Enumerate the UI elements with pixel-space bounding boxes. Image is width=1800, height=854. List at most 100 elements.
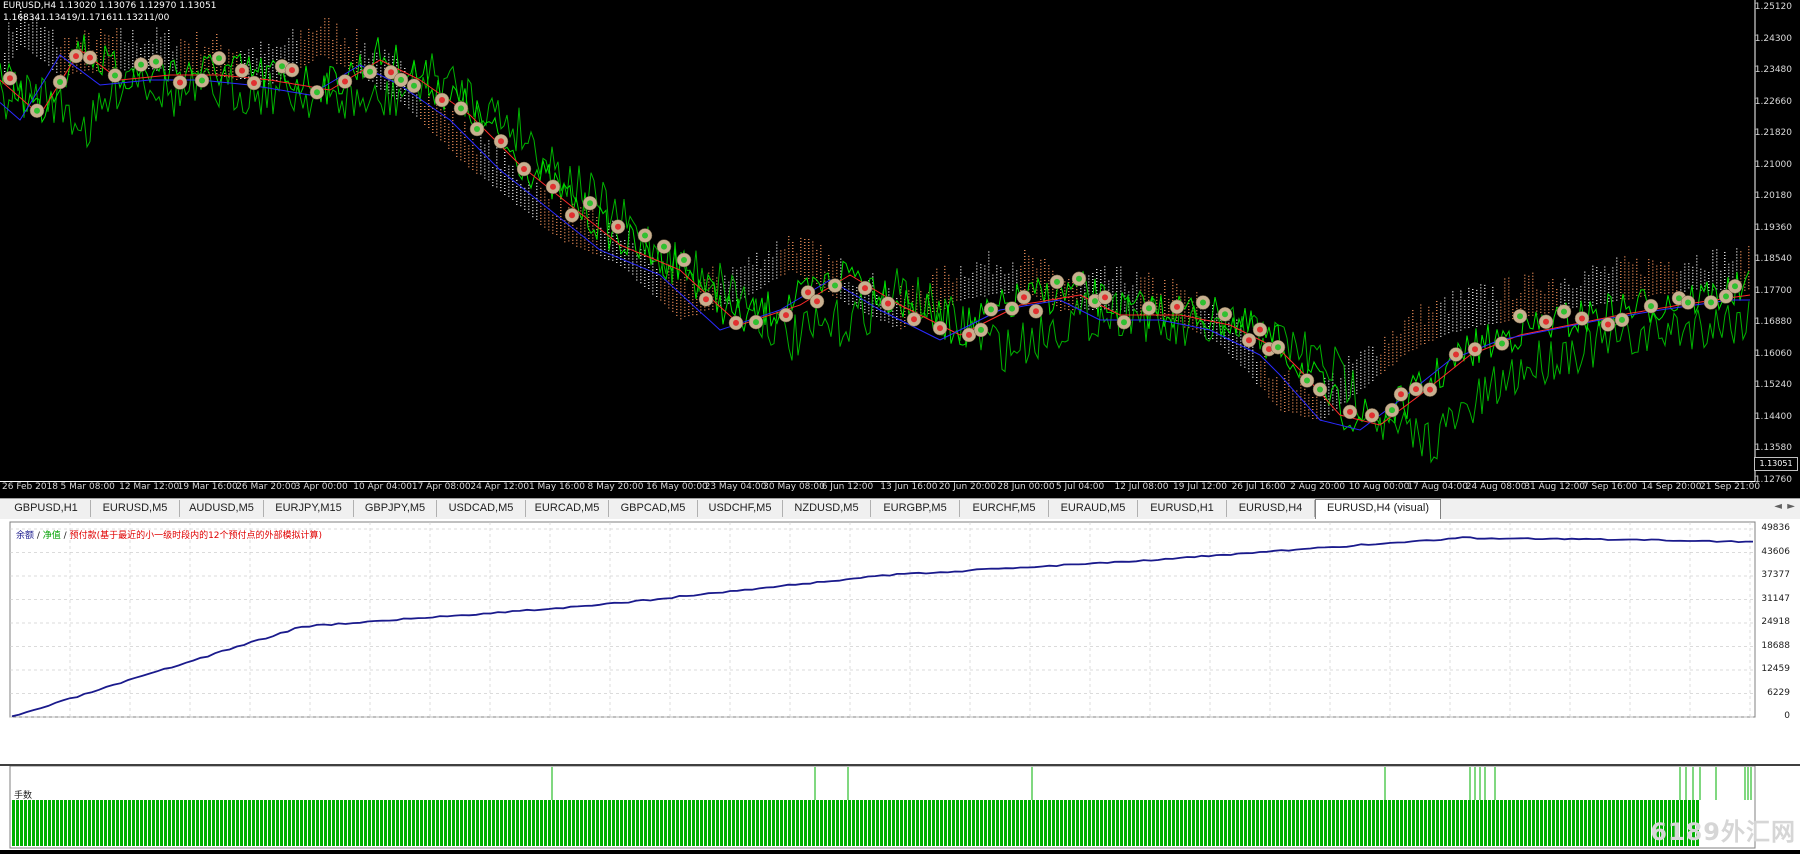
cloud-dot — [424, 106, 426, 107]
cloud-dot — [668, 292, 670, 293]
cloud-dot — [504, 179, 506, 180]
cloud-dot — [452, 147, 454, 148]
cloud-dot — [1480, 314, 1482, 315]
cloud-dot — [1428, 337, 1430, 338]
cloud-dot — [1012, 278, 1014, 279]
cloud-dot — [312, 33, 314, 34]
cloud-dot — [1604, 291, 1606, 292]
cloud-dot — [788, 239, 790, 240]
cloud-dot — [836, 267, 838, 268]
cloud-dot — [1504, 315, 1506, 316]
cloud-dot — [52, 45, 54, 46]
cloud-dot — [1012, 266, 1014, 267]
cloud-dot — [212, 70, 214, 71]
cloud-dot — [1256, 383, 1258, 384]
cloud-dot — [720, 290, 722, 291]
cloud-dot — [1440, 309, 1442, 310]
cloud-dot — [1112, 291, 1114, 292]
trade-marker-core — [966, 332, 972, 338]
cloud-dot — [732, 270, 734, 271]
cloud-dot — [1200, 311, 1202, 312]
cloud-dot — [548, 229, 550, 230]
cloud-dot — [976, 266, 978, 267]
cloud-dot — [1684, 291, 1686, 292]
cloud-dot — [464, 137, 466, 138]
cloud-dot — [1724, 264, 1726, 265]
cloud-dot — [1120, 294, 1122, 295]
cloud-dot — [1040, 293, 1042, 294]
cloud-dot — [712, 309, 714, 310]
cloud-dot — [1164, 316, 1166, 317]
cloud-dot — [912, 298, 914, 299]
cloud-dot — [1184, 297, 1186, 298]
cloud-dot — [520, 196, 522, 197]
cloud-dot — [944, 290, 946, 291]
cloud-dot — [1312, 400, 1314, 401]
cloud-dot — [1388, 356, 1390, 357]
price-chart-canvas[interactable] — [0, 0, 1800, 482]
cloud-dot — [228, 71, 230, 72]
price-chart[interactable]: EURUSD,H4 1.13020 1.13076 1.12970 1.1305… — [0, 0, 1800, 482]
cloud-dot — [1216, 317, 1218, 318]
cloud-dot — [20, 35, 22, 36]
cloud-dot — [504, 161, 506, 162]
cloud-dot — [184, 68, 186, 69]
cloud-dot — [388, 60, 390, 61]
cloud-dot — [28, 30, 30, 31]
cloud-dot — [376, 53, 378, 54]
cloud-dot — [1472, 304, 1474, 305]
cloud-dot — [740, 273, 742, 274]
cloud-dot — [1096, 278, 1098, 279]
cloud-dot — [1448, 317, 1450, 318]
cloud-dot — [560, 213, 562, 214]
cloud-dot — [832, 262, 834, 263]
cloud-dot — [304, 64, 306, 65]
cloud-dot — [1608, 292, 1610, 293]
cloud-dot — [548, 202, 550, 203]
cloud-dot — [1628, 280, 1630, 281]
cloud-dot — [496, 174, 498, 175]
cloud-dot — [1252, 347, 1254, 348]
cloud-dot — [1724, 267, 1726, 268]
cloud-dot — [148, 53, 150, 54]
cloud-dot — [1588, 299, 1590, 300]
cloud-dot — [328, 18, 330, 19]
cloud-dot — [336, 39, 338, 40]
cloud-dot — [116, 37, 118, 38]
cloud-dot — [1404, 351, 1406, 352]
cloud-dot — [192, 68, 194, 69]
cloud-dot — [1360, 355, 1362, 356]
cloud-dot — [1472, 301, 1474, 302]
cloud-dot — [680, 318, 682, 319]
cloud-dot — [1604, 267, 1606, 268]
cloud-dot — [988, 285, 990, 286]
cloud-dot — [1444, 310, 1446, 311]
cloud-dot — [1284, 378, 1286, 379]
cloud-dot — [1468, 288, 1470, 289]
cloud-dot — [400, 97, 402, 98]
cloud-dot — [1000, 282, 1002, 283]
cloud-dot — [1620, 295, 1622, 296]
cloud-dot — [388, 84, 390, 85]
cloud-dot — [1244, 367, 1246, 368]
cloud-dot — [1264, 362, 1266, 363]
cloud-dot — [876, 295, 878, 296]
cloud-dot — [604, 243, 606, 244]
cloud-dot — [1252, 362, 1254, 363]
cloud-dot — [176, 62, 178, 63]
cloud-dot — [900, 328, 902, 329]
cloud-dot — [540, 200, 542, 201]
cloud-dot — [1244, 355, 1246, 356]
cloud-dot — [1532, 306, 1534, 307]
cloud-dot — [1024, 262, 1026, 263]
cloud-dot — [1364, 351, 1366, 352]
cloud-dot — [1544, 297, 1546, 298]
cloud-dot — [136, 52, 138, 53]
cloud-dot — [1404, 327, 1406, 328]
cloud-dot — [1348, 392, 1350, 393]
cloud-dot — [164, 33, 166, 34]
time-tick-label: 26 Mar 20:00 — [236, 482, 296, 492]
cloud-dot — [1044, 283, 1046, 284]
cloud-dot — [1612, 291, 1614, 292]
cloud-dot — [744, 269, 746, 270]
